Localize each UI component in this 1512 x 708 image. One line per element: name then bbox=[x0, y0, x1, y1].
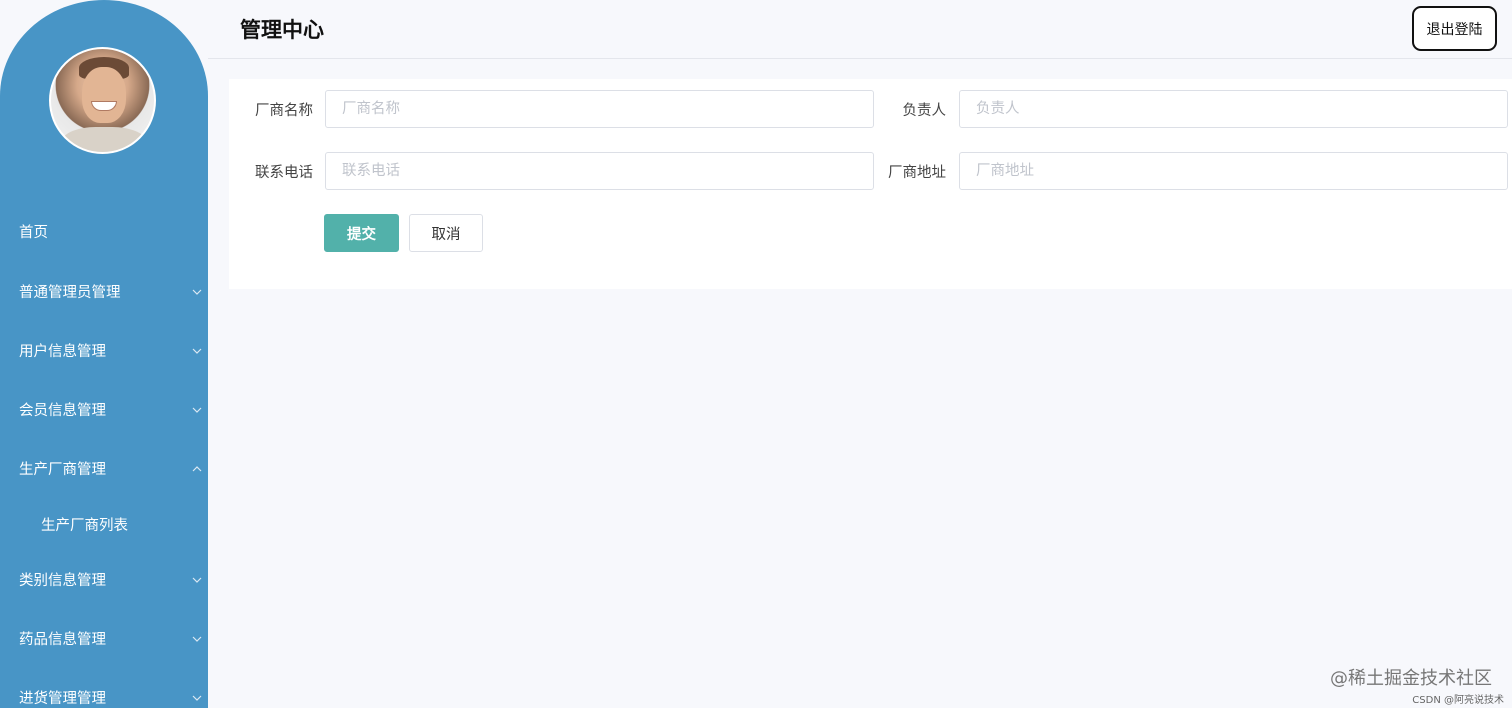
header: 管理中心 退出登陆 bbox=[208, 0, 1512, 59]
chevron-down-icon bbox=[192, 636, 202, 642]
chevron-down-icon bbox=[192, 348, 202, 354]
address-input[interactable] bbox=[959, 152, 1508, 190]
sidebar-item-drug-management[interactable]: 药品信息管理 bbox=[0, 609, 208, 668]
sidebar: 首页 普通管理员管理 用户信息管理 会员信息管理 生产厂商管理 生产厂商列表 类… bbox=[0, 0, 208, 708]
phone-input[interactable] bbox=[325, 152, 874, 190]
sidebar-item-admin-management[interactable]: 普通管理员管理 bbox=[0, 262, 208, 321]
watermark: @稀土掘金技术社区 bbox=[1330, 668, 1492, 689]
sidebar-item-purchase-management[interactable]: 进货管理管理 bbox=[0, 668, 208, 708]
address-label: 厂商地址 bbox=[888, 165, 946, 181]
page-title: 管理中心 bbox=[240, 18, 324, 42]
sidebar-item-label: 用户信息管理 bbox=[19, 344, 106, 360]
sidebar-item-label: 普通管理员管理 bbox=[19, 285, 121, 301]
chevron-down-icon bbox=[192, 577, 202, 583]
manufacturer-form: 厂商名称 负责人 联系电话 厂商地址 提交 取消 bbox=[229, 79, 1512, 289]
sidebar-item-member-management[interactable]: 会员信息管理 bbox=[0, 380, 208, 439]
sidebar-item-label: 进货管理管理 bbox=[19, 691, 106, 707]
phone-label: 联系电话 bbox=[255, 165, 313, 181]
sidebar-item-label: 会员信息管理 bbox=[19, 403, 106, 419]
sidebar-item-label: 生产厂商管理 bbox=[19, 462, 106, 478]
logout-button[interactable]: 退出登陆 bbox=[1412, 6, 1497, 51]
manufacturer-name-label: 厂商名称 bbox=[255, 103, 313, 119]
chevron-up-icon bbox=[192, 465, 202, 471]
manufacturer-name-input[interactable] bbox=[325, 90, 874, 128]
responsible-person-input[interactable] bbox=[959, 90, 1508, 128]
responsible-person-label: 负责人 bbox=[902, 103, 947, 119]
sidebar-item-label: 药品信息管理 bbox=[19, 632, 106, 648]
sidebar-item-home[interactable]: 首页 bbox=[0, 200, 208, 262]
avatar-face bbox=[82, 67, 126, 123]
sidebar-item-category-management[interactable]: 类别信息管理 bbox=[0, 550, 208, 609]
chevron-down-icon bbox=[192, 289, 202, 295]
sidebar-item-label: 生产厂商列表 bbox=[41, 517, 128, 534]
cancel-button[interactable]: 取消 bbox=[409, 214, 483, 252]
sidebar-item-user-management[interactable]: 用户信息管理 bbox=[0, 321, 208, 380]
chevron-down-icon bbox=[192, 407, 202, 413]
sidebar-item-label: 首页 bbox=[19, 224, 48, 241]
chevron-down-icon bbox=[192, 695, 202, 701]
submit-button[interactable]: 提交 bbox=[324, 214, 399, 252]
avatar-shirt bbox=[61, 127, 147, 152]
sidebar-menu: 首页 普通管理员管理 用户信息管理 会员信息管理 生产厂商管理 生产厂商列表 类… bbox=[0, 200, 208, 708]
sidebar-item-label: 类别信息管理 bbox=[19, 573, 106, 589]
watermark-csdn: CSDN @阿亮说技术 bbox=[1412, 695, 1504, 706]
sidebar-subitem-manufacturer-list[interactable]: 生产厂商列表 bbox=[0, 498, 208, 550]
avatar[interactable] bbox=[49, 47, 156, 154]
sidebar-item-manufacturer-management[interactable]: 生产厂商管理 bbox=[0, 439, 208, 498]
